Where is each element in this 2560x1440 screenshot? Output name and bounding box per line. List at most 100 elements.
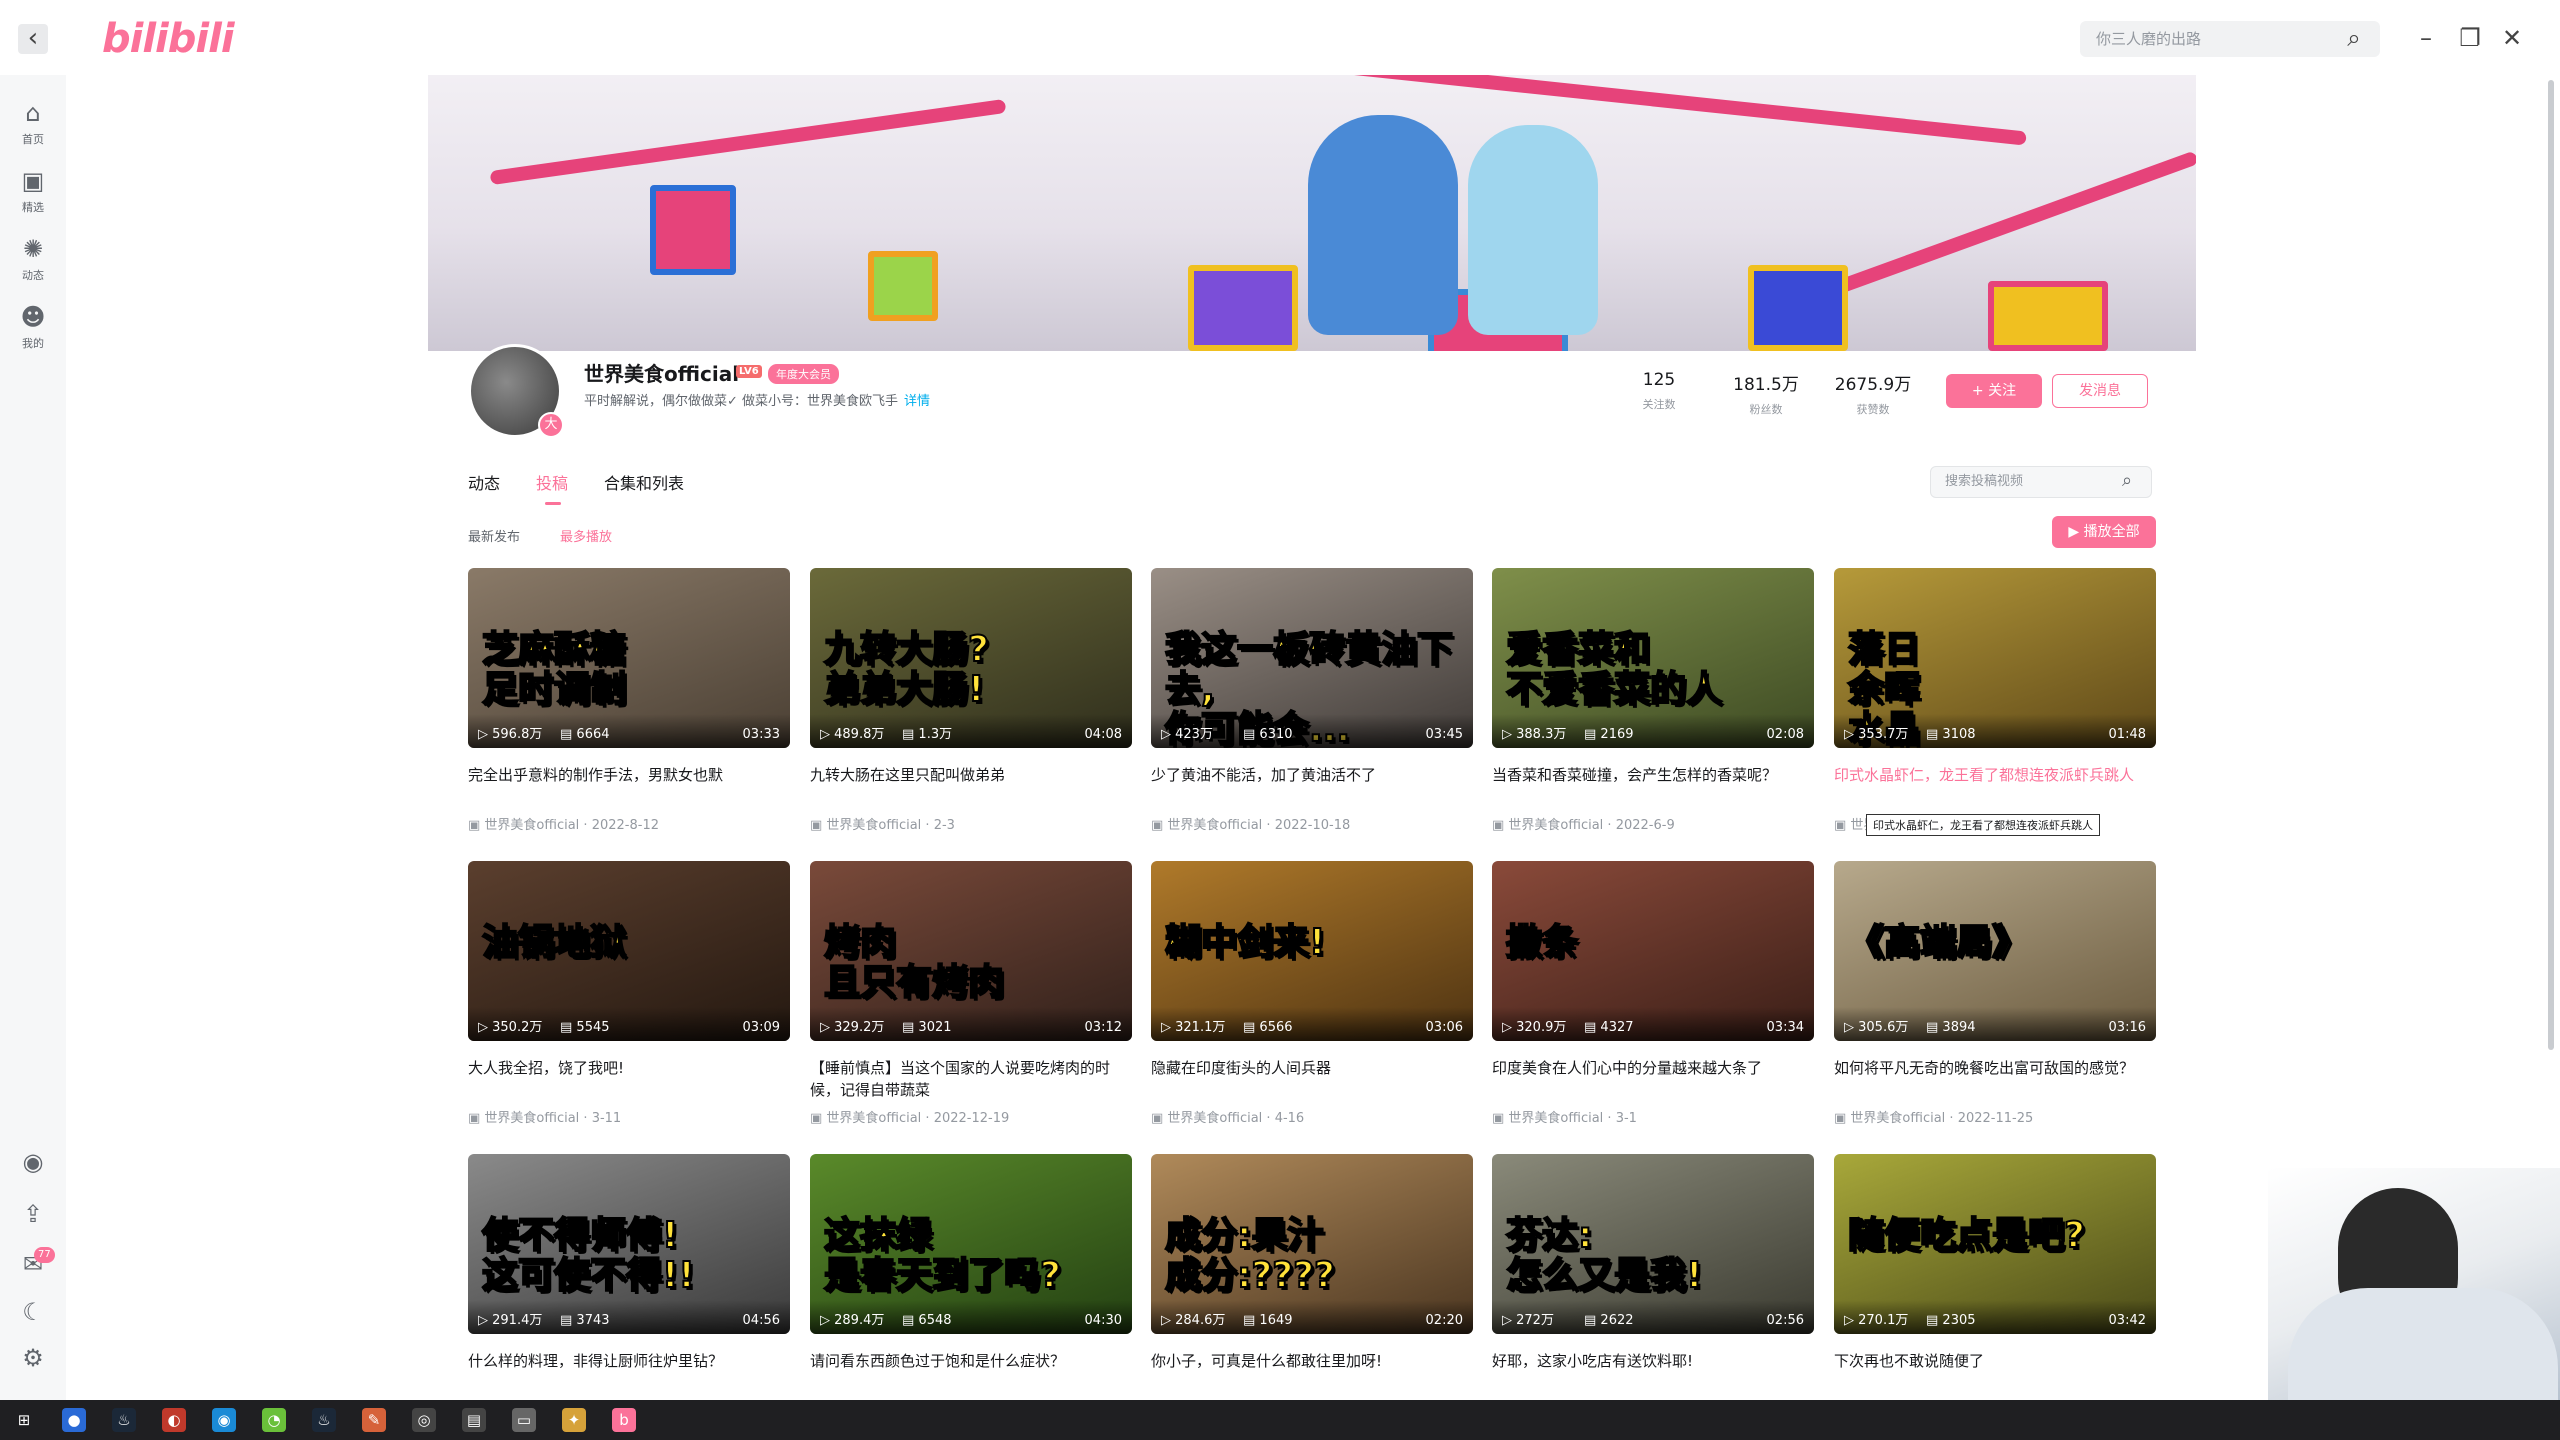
- video-card[interactable]: 使不得师傅! 这可使不得!! ▷ 291.4万 ▤ 3743 04:56 什么样…: [468, 1154, 790, 1394]
- uploader-icon: ▣: [1151, 1111, 1168, 1126]
- danmaku-icon: ▤: [1926, 1313, 1943, 1328]
- video-card[interactable]: 落日 余晖 水晶 虾 ▷ 353.7万 ▤ 3108 01:48 印式水晶虾仁，…: [1834, 568, 2156, 833]
- user-avatar-icon[interactable]: ◉: [0, 1148, 66, 1176]
- video-card[interactable]: 烤肉 且只有烤肉 ▷ 329.2万 ▤ 3021 03:12 【睡前慎点】当这个…: [810, 861, 1132, 1126]
- message-button[interactable]: 发消息: [2052, 374, 2148, 408]
- play-icon: ▷: [820, 727, 835, 742]
- video-title[interactable]: 当香菜和香菜碰撞，会产生怎样的香菜呢？: [1492, 764, 1814, 808]
- video-title[interactable]: 什么样的料理，非得让厨师往炉里钻？: [468, 1350, 790, 1394]
- tab-collections[interactable]: 合集和列表: [604, 470, 684, 494]
- play-count: ▷ 320.9万: [1502, 1020, 1567, 1035]
- video-card[interactable]: 撒条 ▷ 320.9万 ▤ 4327 03:34 印度美食在人们心中的分量越来越…: [1492, 861, 1814, 1126]
- sort-newest[interactable]: 最新发布: [468, 526, 520, 545]
- windows-start-icon[interactable]: ⊞: [12, 1408, 36, 1432]
- rail-item-mine[interactable]: ☻ 我的: [0, 303, 66, 351]
- app-icon[interactable]: ◐: [162, 1408, 186, 1432]
- upload-icon[interactable]: ⇪: [0, 1200, 66, 1228]
- theme-moon-icon[interactable]: ☾: [0, 1298, 66, 1326]
- tab-uploads[interactable]: 投稿: [536, 470, 568, 494]
- video-thumbnail[interactable]: 芝麻酥糖 足时调制 ▷ 596.8万 ▤ 6664 03:33: [468, 568, 790, 748]
- video-card[interactable]: 这抹绿 是春天到了吗? ▷ 289.4万 ▤ 6548 04:30 请问看东西颜…: [810, 1154, 1132, 1394]
- app-icon[interactable]: ◎: [412, 1408, 436, 1432]
- video-thumbnail[interactable]: 这抹绿 是春天到了吗? ▷ 289.4万 ▤ 6548 04:30: [810, 1154, 1132, 1334]
- uploader-icon: ▣: [1492, 1111, 1509, 1126]
- video-thumbnail[interactable]: 随便吃点是吧? ▷ 270.1万 ▤ 2305 03:42: [1834, 1154, 2156, 1334]
- title-tooltip: 印式水晶虾仁，龙王看了都想连夜派虾兵跳人: [1866, 814, 2100, 836]
- mail-icon[interactable]: ✉: [0, 1250, 66, 1278]
- stat-fans[interactable]: 181.5万 粉丝数: [1711, 370, 1821, 417]
- maximize-icon[interactable]: ❐: [2452, 20, 2488, 56]
- rail-item-featured[interactable]: ▣ 精选: [0, 167, 66, 215]
- browser-icon[interactable]: ◉: [212, 1408, 236, 1432]
- video-card[interactable]: 芬达: 怎么又是我! ▷ 272万 ▤ 2622 02:56 好耶，这家小吃店有…: [1492, 1154, 1814, 1394]
- video-thumbnail[interactable]: 《高端局》 ▷ 305.6万 ▤ 3894 03:16: [1834, 861, 2156, 1041]
- play-all-button[interactable]: ▶ 播放全部: [2052, 516, 2156, 548]
- video-thumbnail[interactable]: 使不得师傅! 这可使不得!! ▷ 291.4万 ▤ 3743 04:56: [468, 1154, 790, 1334]
- video-duration: 03:09: [742, 1020, 780, 1035]
- search-icon[interactable]: ⌕: [2336, 20, 2372, 56]
- sign-detail-link[interactable]: 详情: [904, 394, 930, 409]
- video-card[interactable]: 油锅地狱 ▷ 350.2万 ▤ 5545 03:09 大人我全招，饶了我吧! ▣…: [468, 861, 790, 1126]
- video-title[interactable]: 【睡前慎点】当这个国家的人说要吃烤肉的时候，记得自带蔬菜: [810, 1057, 1132, 1101]
- sort-most-played[interactable]: 最多播放: [560, 526, 612, 545]
- folder-icon[interactable]: ▭: [512, 1408, 536, 1432]
- app-icon[interactable]: ▤: [462, 1408, 486, 1432]
- steam-icon[interactable]: ♨: [112, 1408, 136, 1432]
- video-thumbnail[interactable]: 成分:果汁 成分:???? ▷ 284.6万 ▤ 1649 02:20: [1151, 1154, 1473, 1334]
- back-button[interactable]: ‹: [18, 24, 48, 54]
- video-title[interactable]: 下次再也不敢说随便了: [1834, 1350, 2156, 1394]
- video-thumbnail[interactable]: 撒条 ▷ 320.9万 ▤ 4327 03:34: [1492, 861, 1814, 1041]
- video-thumbnail[interactable]: 芬达: 怎么又是我! ▷ 272万 ▤ 2622 02:56: [1492, 1154, 1814, 1334]
- danmaku-count: ▤ 6664: [560, 727, 610, 742]
- video-card[interactable]: 随便吃点是吧? ▷ 270.1万 ▤ 2305 03:42 下次再也不敢说随便了: [1834, 1154, 2156, 1394]
- video-title[interactable]: 请问看东西颜色过于饱和是什么症状？: [810, 1350, 1132, 1394]
- video-card[interactable]: 成分:果汁 成分:???? ▷ 284.6万 ▤ 1649 02:20 你小子，…: [1151, 1154, 1473, 1394]
- video-card[interactable]: 九转大肠? 弟弟大肠! ▷ 489.8万 ▤ 1.3万 04:08 九转大肠在这…: [810, 568, 1132, 833]
- danmaku-count: ▤ 1649: [1243, 1313, 1293, 1328]
- follow-button[interactable]: + 关注: [1946, 374, 2042, 408]
- global-search-input[interactable]: 你三人磨的出路: [2080, 21, 2380, 57]
- video-meta: ▣ 世界美食official · 2022-10-18: [1151, 818, 1351, 833]
- tab-dynamic[interactable]: 动态: [468, 470, 500, 494]
- app-icon[interactable]: ●: [62, 1408, 86, 1432]
- video-title[interactable]: 九转大肠在这里只配叫做弟弟: [810, 764, 1132, 808]
- rail-item-dynamic[interactable]: ✺ 动态: [0, 235, 66, 283]
- video-card[interactable]: 糊中剑来! ▷ 321.1万 ▤ 6566 03:06 隐藏在印度街头的人间兵器…: [1151, 861, 1473, 1126]
- video-title[interactable]: 印式水晶虾仁，龙王看了都想连夜派虾兵跳人: [1834, 764, 2156, 808]
- settings-icon[interactable]: ⚙: [0, 1344, 66, 1372]
- video-title[interactable]: 你小子，可真是什么都敢往里加呀!: [1151, 1350, 1473, 1394]
- video-title[interactable]: 印度美食在人们心中的分量越来越大条了: [1492, 1057, 1814, 1101]
- video-card[interactable]: 芝麻酥糖 足时调制 ▷ 596.8万 ▤ 6664 03:33 完全出乎意料的制…: [468, 568, 790, 833]
- video-thumbnail[interactable]: 烤肉 且只有烤肉 ▷ 329.2万 ▤ 3021 03:12: [810, 861, 1132, 1041]
- video-title[interactable]: 如何将平凡无奇的晚餐吃出富可敌国的感觉？: [1834, 1057, 2156, 1101]
- video-title[interactable]: 隐藏在印度街头的人间兵器: [1151, 1057, 1473, 1101]
- thumbnail-caption: 成分:果汁 成分:????: [1164, 1215, 1336, 1297]
- video-card[interactable]: 爱香菜和 不爱香菜的人 ▷ 388.3万 ▤ 2169 02:08 当香菜和香菜…: [1492, 568, 1814, 833]
- video-thumbnail[interactable]: 九转大肠? 弟弟大肠! ▷ 489.8万 ▤ 1.3万 04:08: [810, 568, 1132, 748]
- rail-item-home[interactable]: ⌂ 首页: [0, 99, 66, 147]
- video-title[interactable]: 大人我全招，饶了我吧!: [468, 1057, 790, 1101]
- video-search-input[interactable]: 搜索投稿视频: [1930, 466, 2152, 498]
- anime-character-illustration: [1468, 125, 1598, 335]
- video-card[interactable]: 《高端局》 ▷ 305.6万 ▤ 3894 03:16 如何将平凡无奇的晚餐吃出…: [1834, 861, 2156, 1126]
- video-thumbnail[interactable]: 油锅地狱 ▷ 350.2万 ▤ 5545 03:09: [468, 861, 790, 1041]
- app-icon[interactable]: ✎: [362, 1408, 386, 1432]
- close-icon[interactable]: ✕: [2494, 20, 2530, 56]
- minimize-icon[interactable]: –: [2408, 20, 2444, 56]
- steam-icon[interactable]: ♨: [312, 1408, 336, 1432]
- stat-following[interactable]: 125 关注数: [1604, 370, 1714, 412]
- video-title[interactable]: 完全出乎意料的制作手法，男默女也默: [468, 764, 790, 808]
- app-icon[interactable]: ✦: [562, 1408, 586, 1432]
- app-icon[interactable]: ◔: [262, 1408, 286, 1432]
- gift-box-decoration: [1988, 281, 2108, 351]
- bilibili-taskbar-icon[interactable]: b: [612, 1408, 636, 1432]
- search-icon[interactable]: ⌕: [2122, 470, 2132, 491]
- video-thumbnail[interactable]: 落日 余晖 水晶 虾 ▷ 353.7万 ▤ 3108 01:48: [1834, 568, 2156, 748]
- video-title[interactable]: 好耶，这家小吃店有送饮料耶!: [1492, 1350, 1814, 1394]
- video-thumbnail[interactable]: 爱香菜和 不爱香菜的人 ▷ 388.3万 ▤ 2169 02:08: [1492, 568, 1814, 748]
- video-thumbnail[interactable]: 糊中剑来! ▷ 321.1万 ▤ 6566 03:06: [1151, 861, 1473, 1041]
- video-card[interactable]: 我这一板砖黄油下去, 你可能会... ▷ 423万 ▤ 6310 03:45 少…: [1151, 568, 1473, 833]
- scrollbar[interactable]: [2548, 80, 2554, 1050]
- video-thumbnail[interactable]: 我这一板砖黄油下去, 你可能会... ▷ 423万 ▤ 6310 03:45: [1151, 568, 1473, 748]
- video-title[interactable]: 少了黄油不能活，加了黄油活不了: [1151, 764, 1473, 808]
